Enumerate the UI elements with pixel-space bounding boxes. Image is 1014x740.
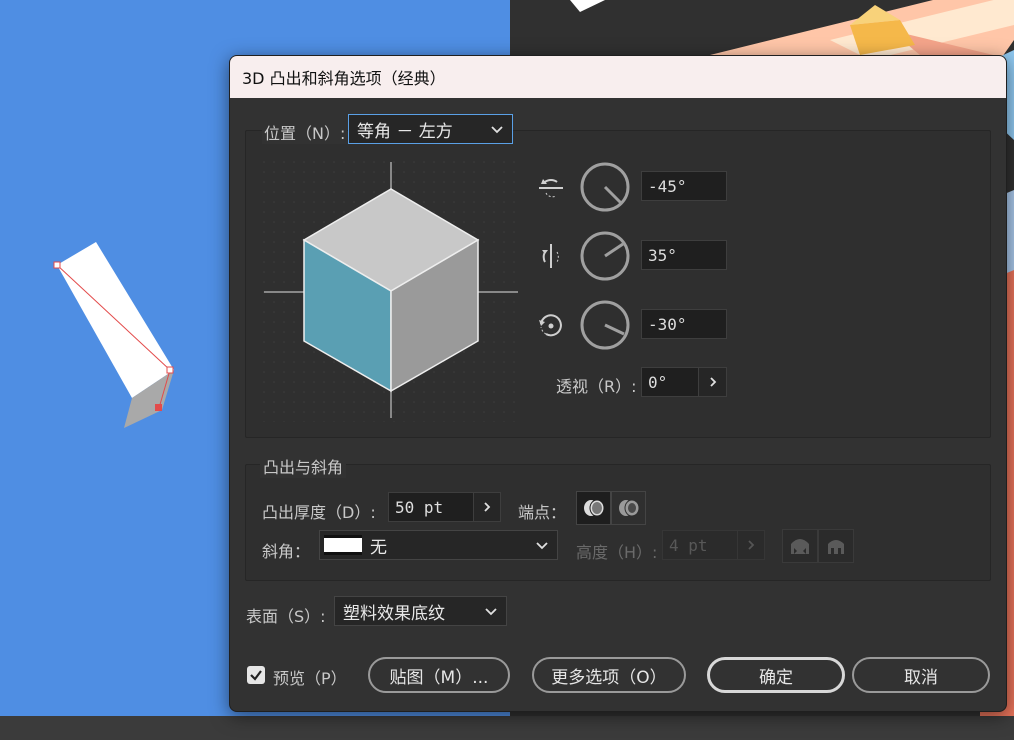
- dialog-title: 3D 凸出和斜角选项（经典）: [242, 69, 446, 88]
- ok-button[interactable]: 确定: [707, 657, 845, 693]
- bevel-none-swatch: [324, 535, 362, 555]
- selected-3d-object[interactable]: [40, 230, 200, 440]
- rotate-z-dial[interactable]: [579, 299, 631, 351]
- cap-off-button[interactable]: [611, 491, 646, 525]
- perspective-slider-toggle[interactable]: [698, 367, 727, 397]
- checkmark-icon: [250, 670, 262, 681]
- cap-label: 端点：: [518, 503, 567, 522]
- orientation-cube-preview[interactable]: [262, 160, 522, 422]
- perspective-label: 透视（R）:: [556, 377, 637, 396]
- cancel-button[interactable]: 取消: [852, 657, 990, 693]
- bevel-extent-out-button: [782, 529, 818, 563]
- 3d-extrude-bevel-dialog: 3D 凸出和斜角选项（经典） 位置（N）: 等角 － 左方 -45° 35° -…: [229, 55, 1007, 712]
- surface-select[interactable]: 塑料效果底纹: [334, 596, 507, 626]
- chevron-right-icon: [484, 502, 491, 512]
- dialog-titlebar[interactable]: 3D 凸出和斜角选项（经典）: [230, 56, 1006, 98]
- extrude-bevel-section-title: 凸出与斜角: [260, 454, 347, 478]
- more-options-button[interactable]: 更多选项（O）: [532, 657, 686, 693]
- preview-label[interactable]: 预览（P）: [273, 665, 347, 689]
- position-select-value: 等角 － 左方: [357, 121, 453, 142]
- surface-select-value: 塑料效果底纹: [343, 603, 445, 624]
- position-label: 位置（N）:: [262, 120, 348, 144]
- extrude-depth-slider-toggle[interactable]: [473, 492, 501, 522]
- cap-hollow-icon: [618, 499, 639, 517]
- bevel-extent-in-button: [818, 529, 854, 563]
- bevel-height-input: 4 pt: [662, 530, 738, 560]
- cap-solid-icon: [583, 499, 604, 517]
- bevel-out-icon: [791, 539, 809, 554]
- rotate-x-dial[interactable]: [579, 161, 631, 213]
- rotate-y-dial[interactable]: [579, 230, 631, 282]
- map-art-button[interactable]: 贴图（M）...: [368, 657, 510, 693]
- chevron-down-icon: [485, 608, 497, 616]
- position-select[interactable]: 等角 － 左方: [348, 114, 513, 144]
- chevron-right-icon: [748, 540, 755, 550]
- rotate-x-input[interactable]: -45°: [641, 171, 727, 201]
- preview-checkbox[interactable]: [247, 666, 265, 684]
- bevel-select[interactable]: 无: [319, 530, 558, 560]
- rotate-y-axis-icon: [535, 240, 567, 272]
- bevel-select-value: 无: [370, 537, 387, 558]
- bevel-height-slider-toggle: [737, 530, 765, 560]
- cap-on-button[interactable]: [576, 491, 611, 525]
- surface-label: 表面（S）:: [246, 607, 326, 626]
- chevron-right-icon: [709, 377, 716, 387]
- chevron-down-icon: [491, 126, 503, 134]
- bevel-height-label: 高度（H）:: [576, 543, 658, 562]
- rotate-x-axis-icon: [535, 172, 567, 204]
- bevel-in-icon: [828, 540, 844, 554]
- bevel-label: 斜角：: [262, 542, 311, 561]
- chevron-down-icon: [536, 542, 548, 550]
- rotate-y-input[interactable]: 35°: [641, 240, 727, 270]
- rotate-z-axis-icon: [535, 310, 567, 342]
- extrude-depth-input[interactable]: 50 pt: [388, 492, 474, 522]
- rotate-z-input[interactable]: -30°: [641, 309, 727, 339]
- perspective-input[interactable]: 0°: [641, 367, 699, 397]
- extrude-depth-label: 凸出厚度（D）:: [262, 503, 376, 522]
- canvas-bottom-strip: [0, 716, 1014, 740]
